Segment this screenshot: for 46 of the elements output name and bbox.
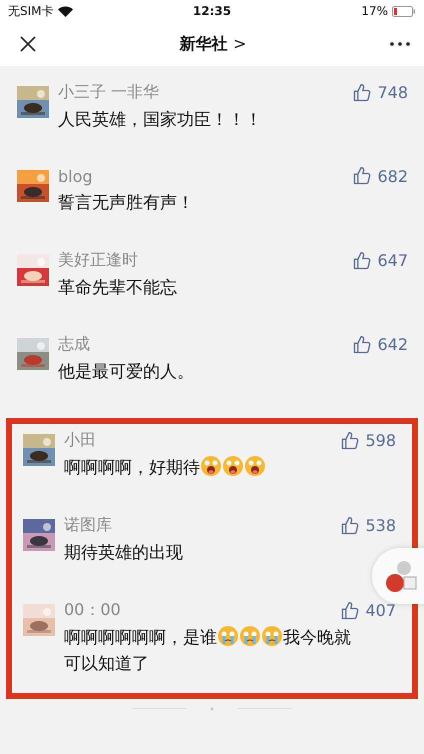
comment-text: 啊啊啊啊啊啊，是谁 [64,628,217,648]
comment-text: 啊啊啊啊，好期待 [64,458,200,478]
clock: 12:35 [192,4,232,18]
crying-face-icon [261,625,283,647]
thumbs-up-icon[interactable] [352,250,372,270]
battery-icon [392,6,416,16]
like-count: 407 [365,601,396,620]
commenter-name[interactable]: 小田 [64,430,96,451]
thumbs-up-icon[interactable] [340,600,360,620]
close-icon[interactable] [20,36,36,52]
comment-text: 期待英雄的出现 [64,543,183,563]
like-count: 598 [365,431,396,450]
commenter-name[interactable]: blog [58,166,93,186]
commenter-name[interactable]: 00：00 [64,600,121,621]
wifi-icon [58,6,73,16]
thumbs-up-icon[interactable] [352,82,372,102]
thumbs-up-icon[interactable] [352,166,372,186]
like-count: 682 [377,166,408,186]
thumbs-up-icon[interactable] [340,516,360,536]
commenter-name[interactable]: 小三子 一非华 [58,82,160,103]
crying-face-icon [239,625,261,647]
comment-text: 革命先辈不能忘 [58,278,177,298]
thumbs-up-icon[interactable] [352,334,372,354]
commenter-name[interactable]: 美好正逢时 [58,250,138,271]
like-count: 642 [377,335,408,354]
more-icon[interactable] [390,42,410,46]
comment-text: 誓言无声胜有声！ [58,193,194,213]
commenter-name[interactable]: 诺图库 [64,515,112,536]
like-count: 748 [377,83,408,102]
comment-text: 我今晚就 [283,628,351,648]
page-title[interactable]: 新华社 > [180,34,246,54]
comment-text: 他是最可爱的人。 [58,362,194,382]
like-count: 538 [365,516,396,535]
excited-face-icon [222,455,244,477]
excited-face-icon [200,455,222,477]
comment-text: 人民英雄，国家功臣！！！ [58,110,262,130]
commenter-name[interactable]: 志成 [58,334,90,355]
like-count: 647 [377,251,408,270]
excited-face-icon [244,455,266,477]
floating-widget[interactable] [372,548,424,604]
carrier-label: 无SIM卡 [8,2,54,20]
crying-face-icon [217,625,239,647]
battery-percentage: 17% [361,4,388,18]
floating-avatar-icon [384,559,418,593]
comment-text: 可以知道了 [64,654,149,674]
thumbs-up-icon[interactable] [340,430,360,450]
